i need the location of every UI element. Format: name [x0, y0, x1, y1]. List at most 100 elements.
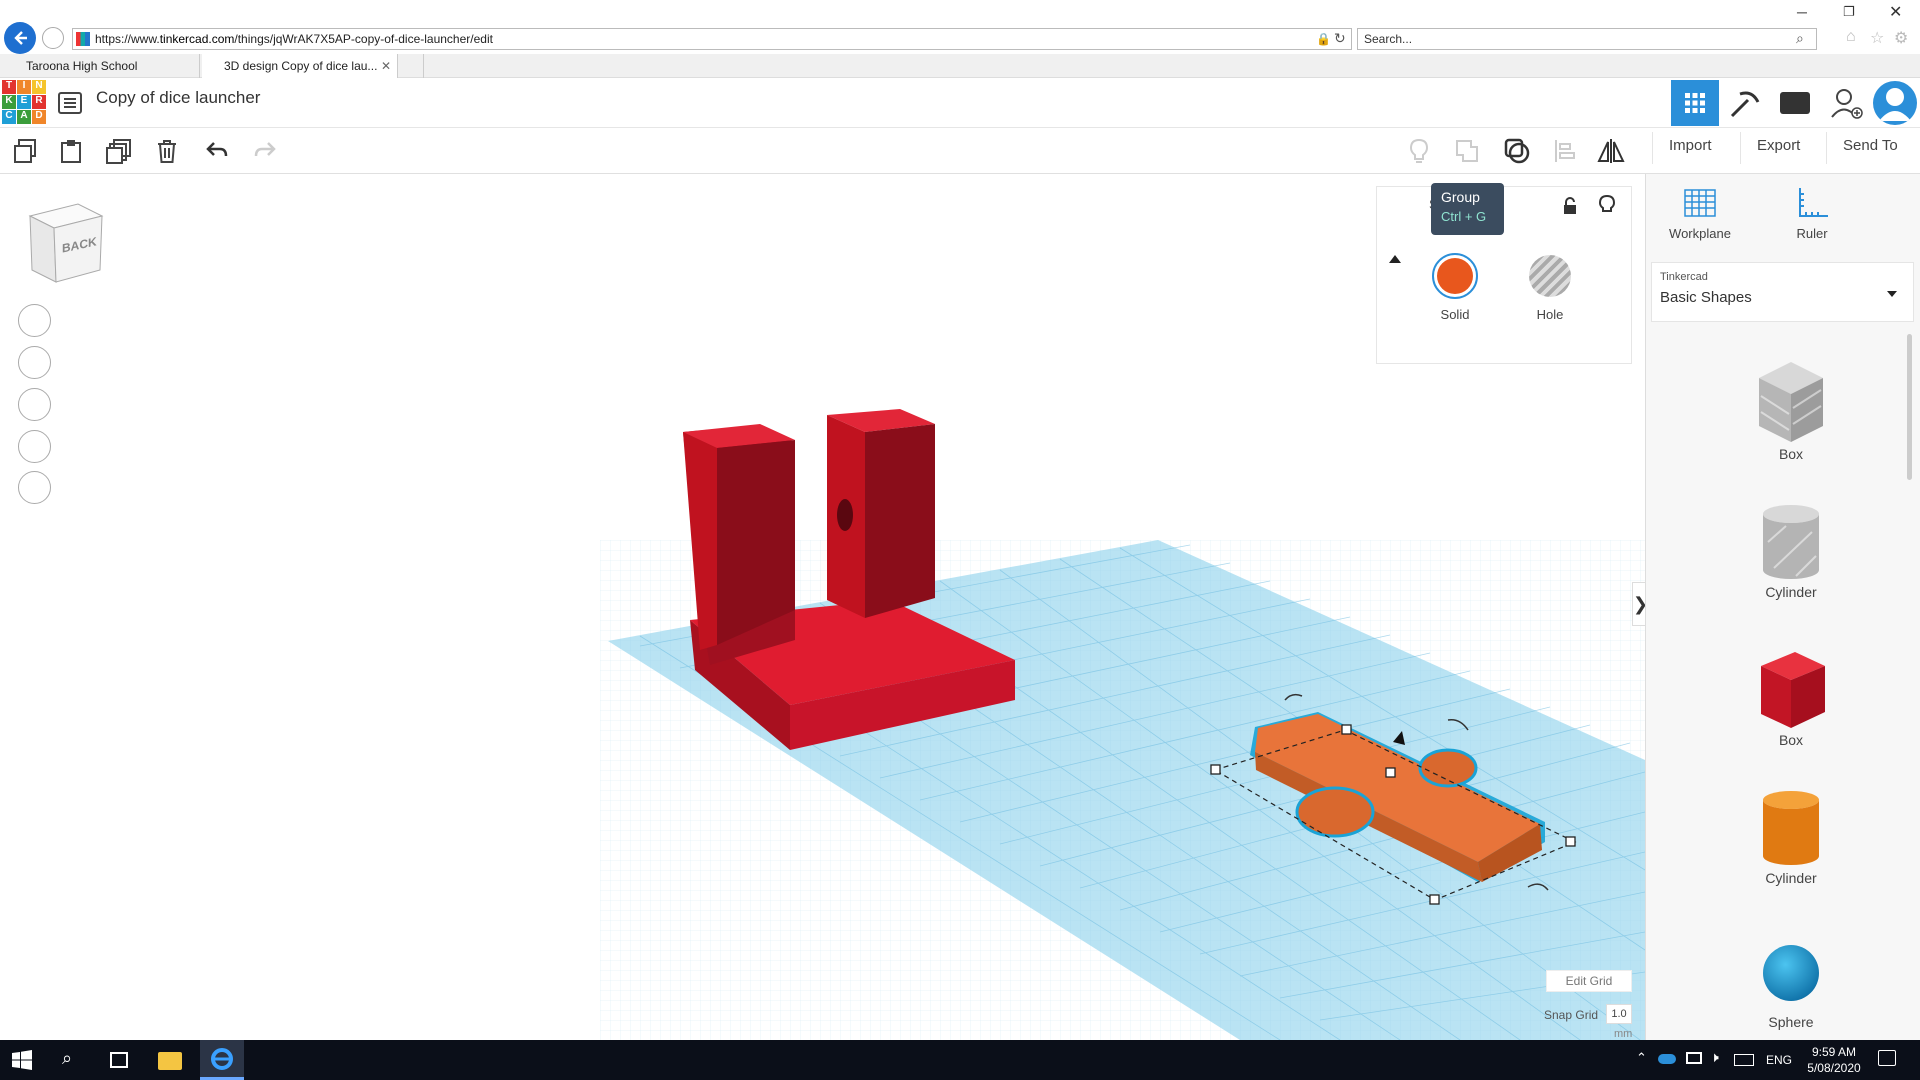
shape-inspector: S Solid Hole: [1376, 186, 1632, 364]
settings-gear-icon[interactable]: ⚙: [1894, 28, 1908, 48]
library-source: Tinkercad: [1660, 271, 1708, 283]
search-icon[interactable]: ⌕: [1796, 30, 1804, 47]
hole-swatch[interactable]: [1529, 255, 1571, 297]
back-button[interactable]: [4, 22, 36, 54]
redo-button[interactable]: [248, 134, 282, 168]
design-list-icon[interactable]: [58, 92, 82, 114]
show-all-button[interactable]: [1402, 134, 1436, 168]
windows-taskbar: [0, 1040, 1920, 1080]
task-view-icon[interactable]: [110, 1052, 128, 1068]
url-field[interactable]: https://www.tinkercad.com/things/jqWrAK7…: [72, 28, 1352, 50]
fit-view-button[interactable]: [18, 346, 51, 379]
volume-icon[interactable]: 🕨: [1710, 1049, 1719, 1066]
tinkercad-logo[interactable]: T I N K E R C A D: [2, 80, 46, 124]
network-icon[interactable]: [1686, 1052, 1702, 1064]
export-button[interactable]: Export: [1740, 132, 1816, 164]
shape-cylinder[interactable]: Cylinder: [1716, 788, 1866, 886]
notifications-icon[interactable]: [1878, 1050, 1896, 1066]
logo-letter: C: [2, 110, 16, 124]
invite-user-icon[interactable]: [1830, 86, 1864, 120]
close-button[interactable]: ✕: [1889, 2, 1902, 22]
ungroup-button[interactable]: [1500, 134, 1534, 168]
grid-unit-label: mm: [1614, 1028, 1633, 1040]
trash-icon: [158, 140, 176, 163]
user-avatar[interactable]: [1873, 81, 1917, 125]
workplane-icon: [1684, 189, 1716, 217]
view-cube[interactable]: BACK: [26, 200, 106, 284]
cylinder-icon: [1763, 791, 1819, 865]
language-indicator[interactable]: ENG: [1766, 1053, 1792, 1067]
shape-label: Sphere: [1768, 1014, 1814, 1030]
zoom-in-button[interactable]: [18, 388, 51, 421]
duplicate-button[interactable]: [102, 134, 136, 168]
tab-taroona[interactable]: Taroona High School: [4, 54, 200, 78]
lock-toggle-icon[interactable]: [1563, 197, 1577, 214]
tinkercad-header: [0, 78, 1920, 128]
visibility-lightbulb-icon[interactable]: [1599, 195, 1615, 215]
snap-grid-select[interactable]: 1.0: [1606, 1004, 1632, 1024]
tab-3d-design[interactable]: 3D design Copy of dice lau... ✕: [202, 54, 398, 78]
send-to-button[interactable]: Send To: [1826, 132, 1914, 164]
undo-button[interactable]: [200, 134, 234, 168]
home-view-button[interactable]: [18, 304, 51, 337]
group-button[interactable]: [1450, 134, 1484, 168]
onedrive-icon[interactable]: [1658, 1054, 1676, 1064]
shape-sphere[interactable]: Sphere: [1716, 942, 1866, 1030]
duplicate-icon: [106, 139, 131, 164]
edit-toolbar: [0, 128, 1920, 174]
box-icon: [1761, 652, 1825, 728]
shape-box[interactable]: Box: [1716, 646, 1866, 748]
cylinder-hole-icon: [1763, 505, 1819, 579]
collapse-caret-icon[interactable]: [1389, 255, 1401, 263]
tab-close-icon[interactable]: ✕: [381, 54, 391, 78]
new-tab-button[interactable]: [402, 54, 424, 78]
lock-icon: 🔒: [1316, 32, 1331, 46]
workplane-button[interactable]: Workplane: [1660, 186, 1740, 250]
solid-color-swatch[interactable]: [1432, 253, 1478, 299]
paste-icon: [61, 140, 81, 163]
design-title[interactable]: Copy of dice launcher: [96, 88, 260, 108]
logo-letter: D: [32, 110, 46, 124]
panel-scrollbar[interactable]: [1907, 334, 1912, 480]
mirror-button[interactable]: [1594, 134, 1628, 168]
logo-letter: K: [2, 95, 16, 109]
tray-chevron-icon[interactable]: ⌃: [1636, 1050, 1647, 1066]
keyboard-icon[interactable]: [1734, 1054, 1754, 1066]
zoom-out-button[interactable]: [18, 430, 51, 463]
internet-explorer-taskbar-button[interactable]: [200, 1040, 244, 1080]
refresh-icon[interactable]: ↻: [1334, 30, 1346, 47]
copy-button[interactable]: [8, 134, 42, 168]
toolbox-icon[interactable]: [1780, 92, 1810, 114]
start-button[interactable]: [12, 1050, 34, 1072]
home-icon[interactable]: ⌂: [1846, 28, 1856, 46]
blocks-pickaxe-icon[interactable]: [1728, 88, 1764, 120]
ruler-button[interactable]: Ruler: [1772, 186, 1852, 250]
edit-grid-button[interactable]: Edit Grid: [1546, 970, 1632, 992]
minimize-button[interactable]: ─: [1797, 4, 1807, 20]
forward-button[interactable]: [42, 27, 64, 49]
restore-button[interactable]: ❐: [1843, 4, 1855, 20]
logo-letter: I: [17, 80, 31, 94]
url-prefix: https://www.: [95, 32, 160, 46]
tab-label: Taroona High School: [26, 59, 138, 73]
ortho-view-button[interactable]: [18, 471, 51, 504]
align-button[interactable]: [1548, 134, 1582, 168]
browser-search-field[interactable]: Search...: [1357, 28, 1817, 50]
redo-icon: [254, 142, 276, 157]
ungroup-icon: [1504, 138, 1530, 164]
paste-button[interactable]: [54, 134, 88, 168]
shape-box-hole[interactable]: Box: [1716, 356, 1866, 462]
shape-cylinder-hole[interactable]: Cylinder: [1716, 502, 1866, 600]
shape-library-select[interactable]: Tinkercad Basic Shapes: [1651, 262, 1914, 322]
file-explorer-icon[interactable]: [158, 1052, 182, 1070]
library-name: Basic Shapes: [1660, 289, 1752, 306]
mirror-icon: [1597, 139, 1625, 163]
3d-view-button[interactable]: [1671, 80, 1719, 126]
favorites-icon[interactable]: ☆: [1870, 28, 1884, 48]
taskbar-search-icon[interactable]: ⌕: [62, 1048, 72, 1069]
url-domain: tinkercad.com: [159, 32, 235, 46]
delete-button[interactable]: [150, 134, 184, 168]
clock[interactable]: 9:59 AM 5/08/2020: [1806, 1044, 1862, 1076]
import-button[interactable]: Import: [1652, 132, 1728, 164]
logo-letter: E: [17, 95, 31, 109]
